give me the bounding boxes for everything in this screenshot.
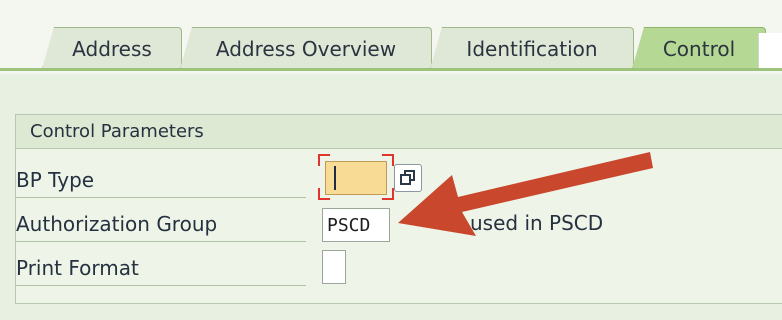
tab-strip: Address Address Overview Identification … bbox=[0, 0, 782, 74]
focus-bracket-bottom-right bbox=[382, 188, 394, 200]
bp-type-label: BP Type bbox=[16, 162, 306, 198]
print-format-input[interactable] bbox=[322, 250, 346, 284]
copy-icon bbox=[400, 174, 411, 185]
authorization-group-value: PSCD bbox=[327, 214, 371, 236]
authorization-group-description: used in PSCD bbox=[470, 211, 604, 235]
authorization-group-label: Authorization Group bbox=[16, 206, 306, 242]
authorization-group-row: Authorization Group bbox=[16, 206, 306, 242]
tab-control-label: Control bbox=[662, 36, 736, 61]
tab-identification[interactable]: Identification bbox=[430, 27, 634, 69]
print-format-label: Print Format bbox=[16, 250, 306, 286]
tab-control[interactable]: Control bbox=[632, 27, 766, 69]
tab-address-overview[interactable]: Address Overview bbox=[180, 27, 432, 69]
print-format-row: Print Format bbox=[16, 250, 306, 286]
focus-bracket-bottom-left bbox=[318, 188, 330, 200]
value-help-button[interactable] bbox=[394, 164, 422, 192]
tab-address[interactable]: Address bbox=[42, 27, 182, 69]
bp-type-row: BP Type bbox=[16, 162, 306, 198]
tab-underline bbox=[0, 68, 782, 71]
focus-bracket-top-left bbox=[318, 154, 330, 166]
bp-type-input[interactable] bbox=[325, 161, 387, 195]
tab-address-label: Address bbox=[72, 36, 152, 61]
sap-bp-control-screen: Address Address Overview Identification … bbox=[0, 0, 782, 320]
tab-identification-label: Identification bbox=[466, 36, 598, 61]
tab-address-overview-label: Address Overview bbox=[215, 36, 397, 61]
tab-scroll-edge bbox=[758, 33, 782, 69]
group-title: Control Parameters bbox=[16, 115, 782, 149]
text-cursor bbox=[334, 166, 336, 190]
focus-bracket-top-right bbox=[382, 154, 394, 166]
authorization-group-input[interactable]: PSCD bbox=[322, 208, 390, 242]
